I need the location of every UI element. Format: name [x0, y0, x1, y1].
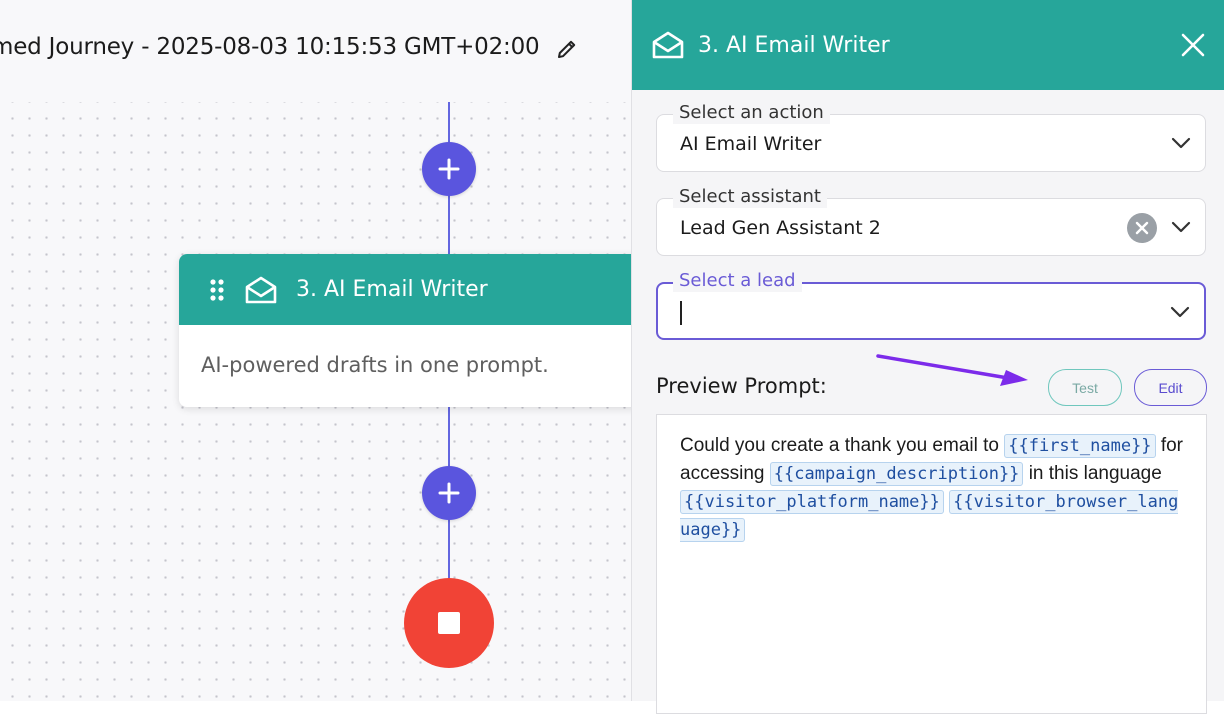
panel-title: 3. AI Email Writer	[698, 32, 890, 58]
clear-selection-button[interactable]	[1127, 213, 1157, 243]
node-title: 3. AI Email Writer	[296, 277, 488, 302]
assistant-select[interactable]: Select assistant Lead Gen Assistant 2	[656, 186, 1206, 256]
text-caret	[680, 301, 682, 325]
lead-select-label: Select a lead	[673, 270, 802, 292]
prompt-preview-box[interactable]: Could you create a thank you email to {{…	[656, 414, 1207, 714]
preview-prompt-label: Preview Prompt:	[656, 374, 827, 398]
journey-canvas[interactable]: med Journey - 2025-08-03 10:15:53 GMT+02…	[0, 0, 631, 701]
step-settings-panel: 3. AI Email Writer Select an action AI E…	[631, 0, 1224, 714]
prompt-variable: {{campaign_description}}	[769, 462, 1024, 486]
envelope-open-icon	[652, 31, 684, 59]
chevron-down-icon[interactable]	[1171, 135, 1191, 151]
journey-header: med Journey - 2025-08-03 10:15:53 GMT+02…	[0, 0, 631, 102]
end-journey-button[interactable]	[404, 578, 494, 668]
close-icon[interactable]	[1180, 32, 1206, 58]
prompt-preview-text: Could you create a thank you email to {{…	[680, 432, 1183, 544]
prompt-text-segment: Could you create a thank you email to	[680, 435, 1005, 456]
prompt-variable: {{first_name}}	[1004, 434, 1156, 458]
panel-header: 3. AI Email Writer	[632, 0, 1224, 90]
journey-title: med Journey - 2025-08-03 10:15:53 GMT+02…	[0, 34, 540, 60]
drag-handle-icon[interactable]	[209, 278, 225, 302]
node-header: 3. AI Email Writer	[179, 254, 631, 325]
action-select-label: Select an action	[673, 102, 830, 124]
assistant-select-label: Select assistant	[673, 186, 827, 208]
stop-icon	[438, 612, 460, 634]
prompt-variable: {{visitor_platform_name}}	[680, 490, 944, 514]
arrow-icon	[876, 354, 1028, 386]
prompt-text-segment: in this language	[1023, 463, 1162, 484]
clear-icon	[1135, 221, 1149, 235]
node-description: AI-powered drafts in one prompt.	[201, 353, 549, 377]
chevron-down-icon[interactable]	[1171, 219, 1191, 235]
action-select-value: AI Email Writer	[680, 133, 822, 155]
assistant-select-value: Lead Gen Assistant 2	[680, 217, 881, 239]
node-card-ai-email-writer[interactable]: 3. AI Email Writer AI-powered drafts in …	[179, 254, 631, 407]
chevron-down-icon[interactable]	[1170, 304, 1190, 320]
test-button[interactable]: Test	[1048, 369, 1122, 406]
lead-select[interactable]: Select a lead	[656, 270, 1206, 340]
add-step-button[interactable]	[422, 466, 476, 520]
envelope-open-icon	[245, 276, 277, 303]
plus-icon	[438, 482, 460, 504]
pencil-icon[interactable]	[555, 37, 579, 61]
action-select[interactable]: Select an action AI Email Writer	[656, 102, 1206, 172]
edit-button[interactable]: Edit	[1134, 369, 1207, 406]
add-step-button[interactable]	[422, 142, 476, 196]
plus-icon	[438, 158, 460, 180]
